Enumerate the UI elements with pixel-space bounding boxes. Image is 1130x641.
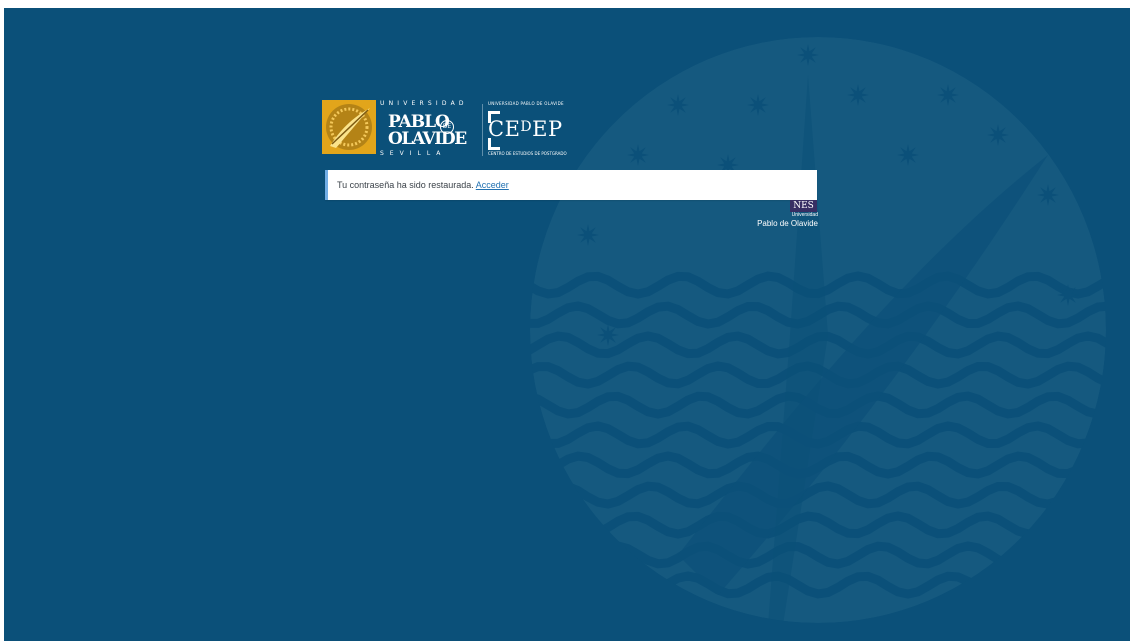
login-page: UNIVERSIDAD PABLO DE OLAVIDE SEVILLA UNI…	[4, 8, 1130, 641]
nes-pablo-label: Pablo de Olavide	[757, 219, 818, 228]
nes-universidad-label: Universidad	[791, 212, 818, 218]
seal-star-icon	[847, 84, 869, 106]
seal-star-icon	[1037, 184, 1059, 206]
seal-star-icon	[797, 44, 819, 66]
seal-star-icon	[667, 94, 689, 116]
seal-star-icon	[1057, 284, 1079, 306]
password-reset-notice: Tu contraseña ha sido restaurada. Accede…	[325, 170, 817, 200]
upo-top-label: UNIVERSIDAD	[380, 100, 468, 107]
upo-wordmark: UNIVERSIDAD PABLO DE OLAVIDE SEVILLA	[380, 98, 478, 160]
cedep-bottom-label: CENTRO DE ESTUDIOS DE POSTGRADO	[488, 151, 567, 156]
cedep-wordmark: CEDEP	[488, 114, 563, 142]
seal-star-icon	[597, 324, 619, 346]
upo-olavide-label: OLAVIDE	[388, 129, 467, 149]
upo-sevilla-label: SEVILLA	[380, 150, 447, 157]
nes-badge: NES	[790, 200, 817, 212]
cedep-mark-left: CE	[488, 117, 521, 141]
university-seal-watermark	[530, 37, 1106, 623]
upo-emblem-icon	[322, 100, 376, 154]
login-link[interactable]: Acceder	[476, 180, 509, 190]
notice-text: Tu contraseña ha sido restaurada.	[337, 180, 474, 190]
seal-star-icon	[747, 94, 769, 116]
seal-star-icon	[627, 144, 649, 166]
seal-star-icon	[577, 224, 599, 246]
cedep-top-label: UNIVERSIDAD PABLO DE OLAVIDE	[488, 101, 564, 106]
seal-star-icon	[987, 124, 1009, 146]
seal-star-icon	[897, 144, 919, 166]
cedep-mark-right: EP	[532, 117, 563, 141]
header-logos: UNIVERSIDAD PABLO DE OLAVIDE SEVILLA UNI…	[322, 98, 582, 160]
cedep-mark-d: D	[520, 119, 533, 135]
cedep-logo: UNIVERSIDAD PABLO DE OLAVIDE CEDEP CENTR…	[488, 98, 584, 160]
seal-star-icon	[937, 84, 959, 106]
logo-divider	[482, 104, 483, 156]
